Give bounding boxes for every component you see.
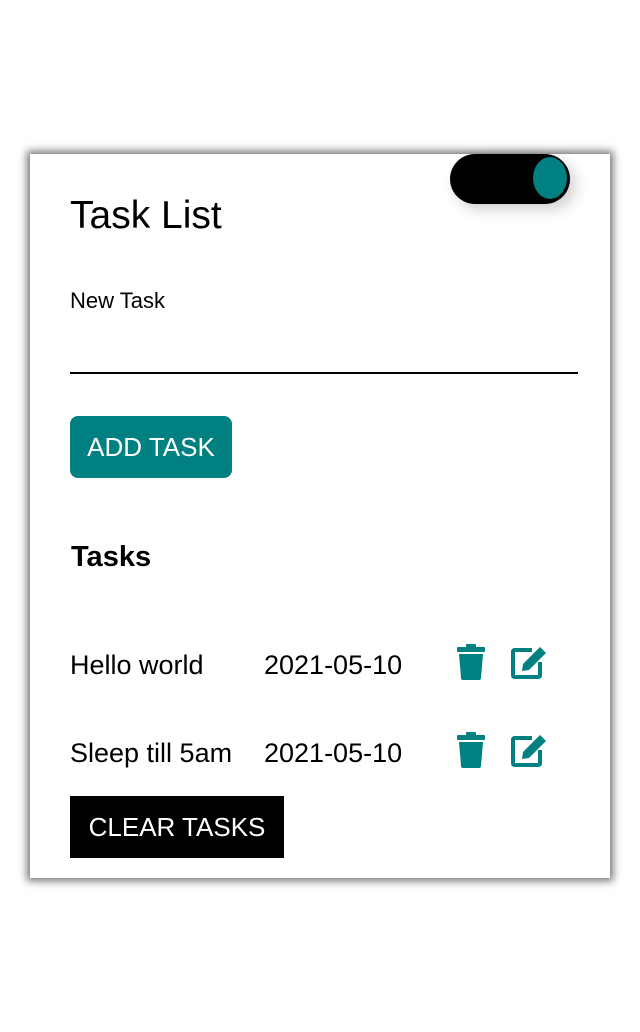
add-task-button[interactable]: ADD TASK	[70, 416, 232, 478]
task-name: Hello world	[70, 650, 204, 680]
new-task-input[interactable]	[70, 330, 578, 374]
task-name: Sleep till 5am	[70, 738, 233, 768]
task-list-card: Task List New Task ADD TASK Tasks Hello …	[30, 154, 610, 878]
task-row: Sleep till 5am 2021-05-10	[70, 732, 570, 772]
theme-toggle[interactable]	[450, 154, 570, 204]
new-task-label: New Task	[70, 288, 165, 313]
tasks-heading: Tasks	[71, 541, 152, 573]
task-date: 2021-05-10	[264, 738, 403, 768]
clear-tasks-button[interactable]: CLEAR TASKS	[70, 796, 284, 858]
trash-icon[interactable]	[456, 644, 494, 682]
task-date: 2021-05-10	[264, 650, 403, 680]
trash-icon[interactable]	[456, 732, 494, 770]
edit-icon[interactable]	[510, 644, 548, 682]
edit-icon[interactable]	[510, 732, 548, 770]
toggle-knob[interactable]	[532, 156, 568, 200]
page-title: Task List	[70, 194, 222, 237]
task-row: Hello world 2021-05-10	[70, 644, 570, 684]
